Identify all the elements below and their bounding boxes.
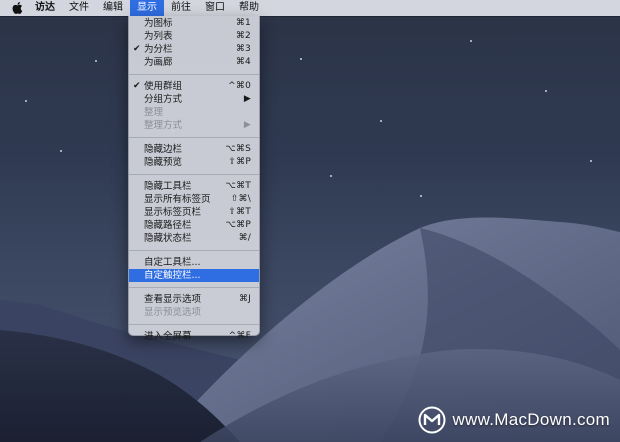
menu-item-shortcut: ⌘2 [235, 31, 251, 41]
menu-item-shortcut: ⌘3 [235, 44, 251, 54]
menu-item-use-groups[interactable]: ✔ 使用群组 ^⌘0 [129, 80, 259, 93]
checkmark-icon: ✔ [133, 81, 141, 91]
menu-item-label: 隐藏状态栏 [144, 233, 192, 244]
menu-item-group-by[interactable]: 分组方式 ▶ [129, 93, 259, 106]
menu-bar: 访达 文件 编辑 显示 前往 窗口 帮助 [0, 0, 620, 16]
menu-item-label: 整理方式 [144, 120, 183, 131]
menu-item-show-preview-options: 显示预览选项 [129, 306, 259, 319]
menu-item-hide-sidebar[interactable]: 隐藏边栏 ⌥⌘S [129, 143, 259, 156]
menu-item-hide-preview[interactable]: 隐藏预览 ⇧⌘P [129, 156, 259, 169]
checkmark-icon: ✔ [133, 44, 141, 54]
menu-item-label: 为画廊 [144, 57, 173, 68]
menu-separator [129, 174, 259, 175]
menu-item-label: 查看显示选项 [144, 294, 202, 305]
menu-item-shortcut: ⌥⌘T [225, 181, 251, 191]
menu-item-label: 为图标 [144, 18, 173, 29]
dune-landscape [0, 217, 620, 442]
menu-item-shortcut: ⌘J [238, 294, 251, 304]
menu-item-label: 隐藏边栏 [144, 144, 183, 155]
menu-item-shortcut: ⌘/ [238, 233, 251, 243]
menu-separator [129, 324, 259, 325]
menu-item-as-list[interactable]: 为列表 ⌘2 [129, 30, 259, 43]
menu-item-label: 显示标签页栏 [144, 207, 202, 218]
menu-item-label: 隐藏预览 [144, 157, 183, 168]
menu-item-shortcut: ⌘1 [235, 18, 251, 28]
menu-item-show-all-tabs[interactable]: 显示所有标签页 ⇧⌘\ [129, 193, 259, 206]
menu-item-as-gallery[interactable]: 为画廊 ⌘4 [129, 56, 259, 69]
menu-separator [129, 287, 259, 288]
menu-item-shortcut: ⌥⌘S [225, 144, 251, 154]
menu-item-shortcut: ⌘4 [235, 57, 251, 67]
menu-item-shortcut: ⇧⌘\ [230, 194, 251, 204]
desktop: 访达 文件 编辑 显示 前往 窗口 帮助 为图标 ⌘1 为列表 ⌘2 ✔ 为分栏… [0, 0, 620, 442]
menu-item-label: 使用群组 [144, 81, 183, 92]
menu-item-customize-toolbar[interactable]: 自定工具栏... [129, 256, 259, 269]
menu-item-label: 分组方式 [144, 94, 183, 105]
submenu-arrow-icon: ▶ [243, 120, 251, 130]
menu-item-label: 自定工具栏... [144, 257, 201, 268]
menu-item-hide-path-bar[interactable]: 隐藏路径栏 ⌥⌘P [129, 219, 259, 232]
menu-go[interactable]: 前往 [164, 0, 198, 16]
menu-item-enter-full-screen[interactable]: 进入全屏幕 ^⌘F [129, 330, 259, 343]
menu-help[interactable]: 帮助 [232, 0, 266, 16]
menu-separator [129, 74, 259, 75]
menu-item-label: 进入全屏幕 [144, 331, 192, 342]
menu-item-hide-toolbar[interactable]: 隐藏工具栏 ⌥⌘T [129, 180, 259, 193]
menu-edit[interactable]: 编辑 [96, 0, 130, 16]
menu-file[interactable]: 文件 [62, 0, 96, 16]
menu-item-clean-up: 整理 [129, 106, 259, 119]
menu-item-shortcut: ⌥⌘P [225, 220, 251, 230]
menu-item-shortcut: ⇧⌘P [228, 157, 251, 167]
menu-item-label: 为列表 [144, 31, 173, 42]
menu-item-label: 隐藏工具栏 [144, 181, 192, 192]
menu-item-clean-up-by: 整理方式 ▶ [129, 119, 259, 132]
menu-item-label: 整理 [144, 107, 164, 118]
menu-item-as-icons[interactable]: 为图标 ⌘1 [129, 17, 259, 30]
menu-item-show-tab-bar[interactable]: 显示标签页栏 ⇧⌘T [129, 206, 259, 219]
menu-separator [129, 250, 259, 251]
menu-finder[interactable]: 访达 [28, 0, 62, 16]
watermark: www.MacDown.com [418, 406, 610, 434]
menu-window[interactable]: 窗口 [198, 0, 232, 16]
view-menu-dropdown: 为图标 ⌘1 为列表 ⌘2 ✔ 为分栏 ⌘3 为画廊 ⌘4 ✔ 使用群组 ^⌘0… [128, 16, 260, 342]
menu-item-customize-touch-bar[interactable]: 自定触控栏... [129, 269, 259, 282]
menu-item-label: 显示预览选项 [144, 307, 202, 318]
macdown-logo-icon [418, 406, 446, 434]
menu-item-shortcut: ^⌘F [228, 331, 251, 341]
menu-item-label: 隐藏路径栏 [144, 220, 192, 231]
menu-item-as-columns[interactable]: ✔ 为分栏 ⌘3 [129, 43, 259, 56]
menu-item-label: 显示所有标签页 [144, 194, 211, 205]
menu-item-hide-status-bar[interactable]: 隐藏状态栏 ⌘/ [129, 232, 259, 245]
menu-view[interactable]: 显示 [130, 0, 164, 16]
submenu-arrow-icon: ▶ [243, 94, 251, 104]
menu-item-shortcut: ^⌘0 [228, 81, 251, 91]
menu-item-show-view-options[interactable]: 查看显示选项 ⌘J [129, 293, 259, 306]
apple-icon[interactable] [6, 0, 28, 16]
watermark-text: www.MacDown.com [452, 410, 610, 429]
menu-separator [129, 137, 259, 138]
menu-item-shortcut: ⇧⌘T [228, 207, 251, 217]
menu-item-label: 为分栏 [144, 44, 173, 55]
menu-item-label: 自定触控栏... [144, 270, 201, 281]
